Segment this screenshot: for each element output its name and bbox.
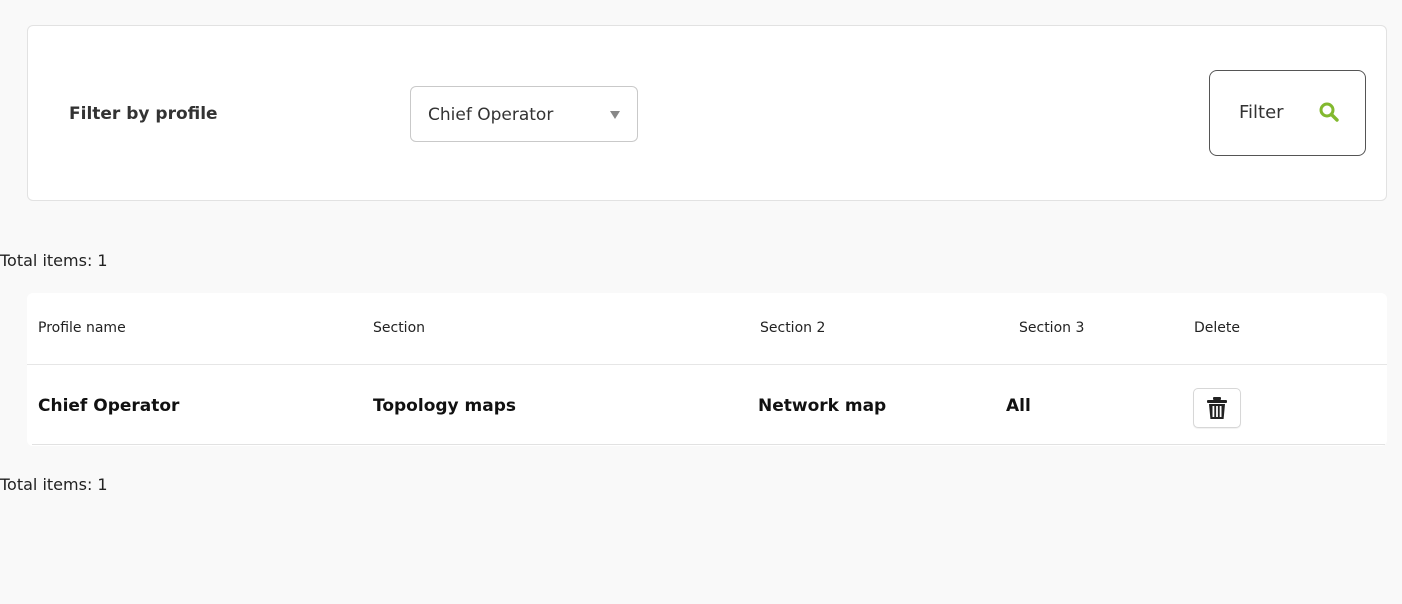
delete-button[interactable] <box>1193 388 1241 428</box>
search-icon <box>1319 102 1339 122</box>
column-header-profile-name: Profile name <box>38 320 126 336</box>
column-header-section-3: Section 3 <box>1019 320 1085 336</box>
filter-by-profile-label: Filter by profile <box>69 104 218 124</box>
profile-select-value: Chief Operator <box>428 105 554 125</box>
chevron-down-icon <box>610 111 620 119</box>
cell-section-3: All <box>1006 396 1031 416</box>
column-header-section-2: Section 2 <box>760 320 826 336</box>
column-header-delete: Delete <box>1194 320 1240 336</box>
table-row: Chief Operator Topology maps Network map… <box>32 365 1385 445</box>
filter-button-label: Filter <box>1239 102 1284 123</box>
column-header-section: Section <box>373 320 426 336</box>
profiles-table: Profile name Section Section 2 Section 3… <box>27 293 1387 446</box>
filter-panel: Filter by profile Chief Operator Filter <box>27 25 1387 201</box>
trash-icon <box>1207 397 1227 419</box>
cell-profile-name: Chief Operator <box>38 396 180 416</box>
table-header: Profile name Section Section 2 Section 3… <box>27 293 1387 365</box>
cell-section-2: Network map <box>758 396 887 416</box>
filter-button[interactable]: Filter <box>1209 70 1366 156</box>
profile-select[interactable]: Chief Operator <box>410 86 638 142</box>
total-items-bottom: Total items: 1 <box>0 475 108 494</box>
cell-section: Topology maps <box>373 396 517 416</box>
total-items-top: Total items: 1 <box>0 251 108 270</box>
